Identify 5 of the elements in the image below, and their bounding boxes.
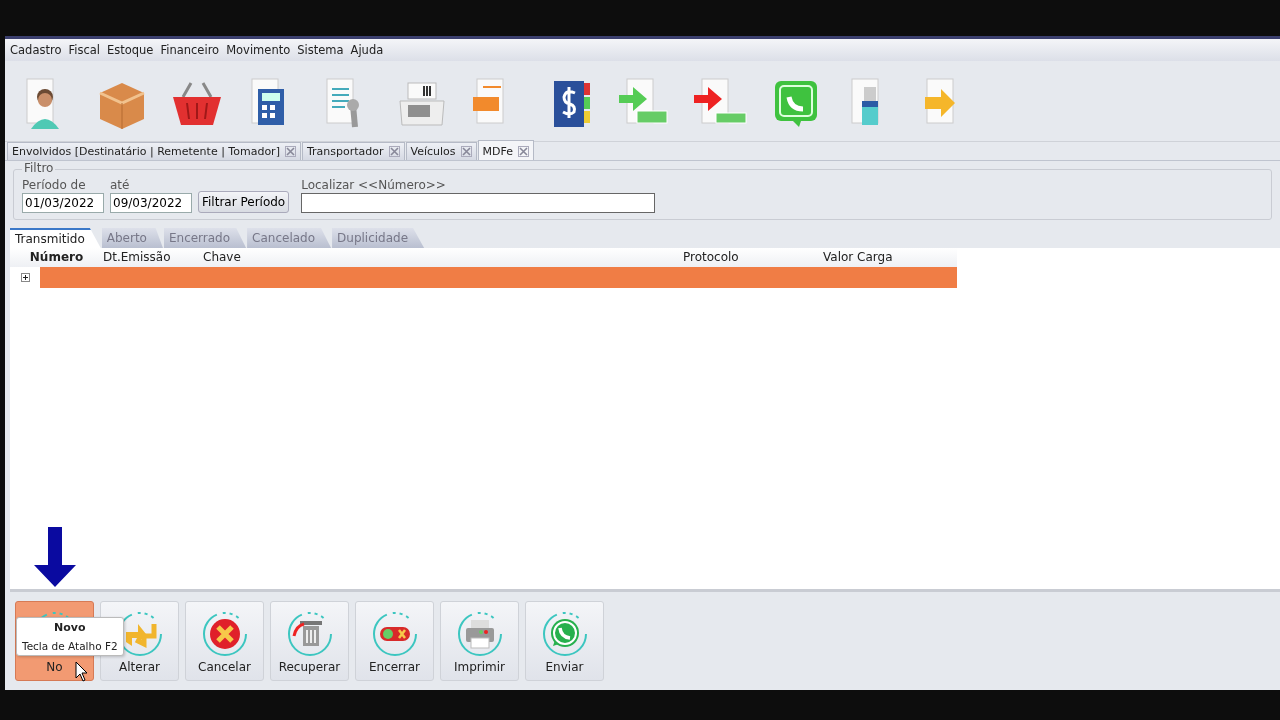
field-label: Localizar <<Número>>: [301, 178, 447, 192]
field-label: até: [110, 178, 131, 192]
tooltip-title: Novo: [54, 621, 86, 634]
group-title: Filtro: [22, 161, 56, 175]
field-label: Período de: [22, 178, 87, 192]
